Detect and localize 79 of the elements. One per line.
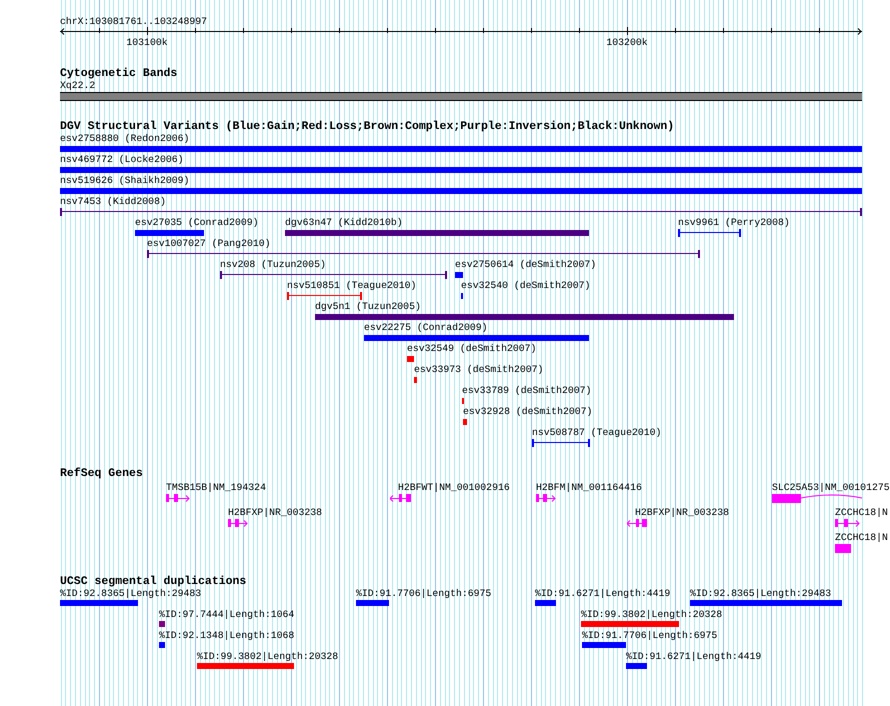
feature-label: %ID:99.3802|Length:20328: [197, 651, 338, 662]
gene-model[interactable]: [772, 494, 862, 503]
feature-label: SLC25A53|NM_00101275: [772, 482, 890, 493]
feature-label: esv1007027 (Pang2010): [147, 238, 270, 249]
gene-model[interactable]: [835, 519, 860, 527]
feature-label: esv2750614 (deSmith2007): [455, 259, 596, 270]
feature-label: nsv9961 (Perry2008): [678, 217, 790, 228]
variant-bar[interactable]: [582, 642, 626, 648]
variant-span[interactable]: [147, 250, 700, 258]
feature-label: dgv5n1 (Tuzun2005): [315, 301, 421, 312]
feature-label: esv2758880 (Redon2006): [60, 133, 190, 144]
feature-label: ZCCHC18|N: [835, 507, 888, 518]
variant-span[interactable]: [678, 229, 741, 237]
variant-bar[interactable]: [414, 377, 417, 383]
gene-model[interactable]: [627, 519, 647, 527]
variant-bar[interactable]: [197, 663, 294, 669]
feature-label: esv22275 (Conrad2009): [364, 322, 488, 333]
feature-label: %ID:91.7706|Length:6975: [582, 630, 718, 641]
variant-bar[interactable]: [60, 188, 862, 194]
gene-model[interactable]: [536, 494, 556, 502]
variant-bar[interactable]: [364, 335, 589, 341]
feature-label: esv33973 (deSmith2007): [414, 364, 544, 375]
track-title: Cytogenetic Bands: [60, 67, 178, 80]
feature-label: %ID:92.8365|Length:29483: [690, 588, 832, 599]
feature-label: %ID:91.6271|Length:4419: [626, 651, 762, 662]
feature-label: nsv519626 (Shaikh2009): [60, 175, 190, 186]
variant-bar[interactable]: [285, 230, 589, 236]
variant-bar[interactable]: [135, 230, 204, 236]
feature-label: nsv508787 (Teague2010): [532, 427, 662, 438]
feature-label: %ID:91.6271|Length:4419: [535, 588, 670, 599]
feature-label: nsv469772 (Locke2006): [60, 154, 184, 165]
feature-label: esv33789 (deSmith2007): [462, 385, 592, 396]
feature-label: esv32928 (deSmith2007): [463, 406, 592, 417]
variant-bar[interactable]: [159, 642, 165, 648]
feature-label: H2BFWT|NM_001002916: [398, 482, 510, 493]
feature-label: dgv63n47 (Kidd2010b): [285, 217, 403, 228]
variant-bar[interactable]: [60, 600, 138, 606]
track-title: RefSeq Genes: [60, 467, 143, 480]
feature-label: nsv208 (Tuzun2005): [220, 259, 326, 270]
gene-model[interactable]: [390, 494, 411, 502]
variant-bar[interactable]: [315, 314, 734, 320]
variant-span[interactable]: [60, 208, 862, 216]
feature-label: nsv510851 (Teague2010): [287, 280, 416, 291]
gene-model[interactable]: [166, 494, 190, 502]
feature-label: %ID:97.7444|Length:1064: [159, 609, 294, 620]
feature-label: esv32540 (deSmith2007): [461, 280, 590, 291]
chromosome-band[interactable]: [60, 92, 862, 101]
variant-bar[interactable]: [407, 356, 414, 362]
feature-label: H2BFXP|NR_003238: [635, 507, 730, 518]
feature-label: %ID:91.7706|Length:6975: [356, 588, 492, 599]
track-title: DGV Structural Variants (Blue:Gain;Red:Loss;Brown:Complex;Purple:Inversion;Black:Unknown): [60, 120, 674, 133]
feature-label: esv32549 (deSmith2007): [407, 343, 536, 354]
feature-label: Xq22.2: [60, 80, 96, 91]
feature-label: TMSB15B|NM_194324: [166, 482, 266, 493]
variant-bar[interactable]: [356, 600, 389, 606]
feature-label: esv27035 (Conrad2009): [135, 217, 258, 228]
feature-label: nsv7453 (Kidd2008): [60, 196, 166, 207]
feature-label: %ID:99.3802|Length:20328: [581, 609, 722, 620]
variant-bar[interactable]: [60, 167, 862, 173]
variant-span[interactable]: [532, 439, 590, 447]
variant-bar[interactable]: [690, 600, 842, 606]
tick-label: 103100k: [126, 37, 168, 49]
track-title: UCSC segmental duplications: [60, 575, 246, 588]
feature-label: %ID:92.8365|Length:29483: [60, 588, 202, 599]
variant-bar[interactable]: [455, 272, 463, 278]
tick-label: 103200k: [606, 37, 648, 49]
variant-bar[interactable]: [159, 621, 165, 627]
gene-model[interactable]: [228, 519, 248, 527]
variant-span[interactable]: [220, 271, 447, 279]
position-label: chrX:103081761..103248997: [60, 16, 207, 28]
feature-label: H2BFXP|NR_003238: [228, 507, 322, 518]
variant-bar[interactable]: [626, 663, 647, 669]
variant-bar[interactable]: [60, 146, 862, 152]
feature-label: %ID:92.1348|Length:1068: [159, 630, 294, 641]
variant-bar[interactable]: [535, 600, 556, 606]
variant-bar[interactable]: [581, 621, 679, 627]
variant-bar[interactable]: [463, 419, 467, 425]
feature-label: H2BFM|NM_001164416: [536, 482, 642, 493]
feature-label: ZCCHC18|N: [835, 532, 888, 543]
